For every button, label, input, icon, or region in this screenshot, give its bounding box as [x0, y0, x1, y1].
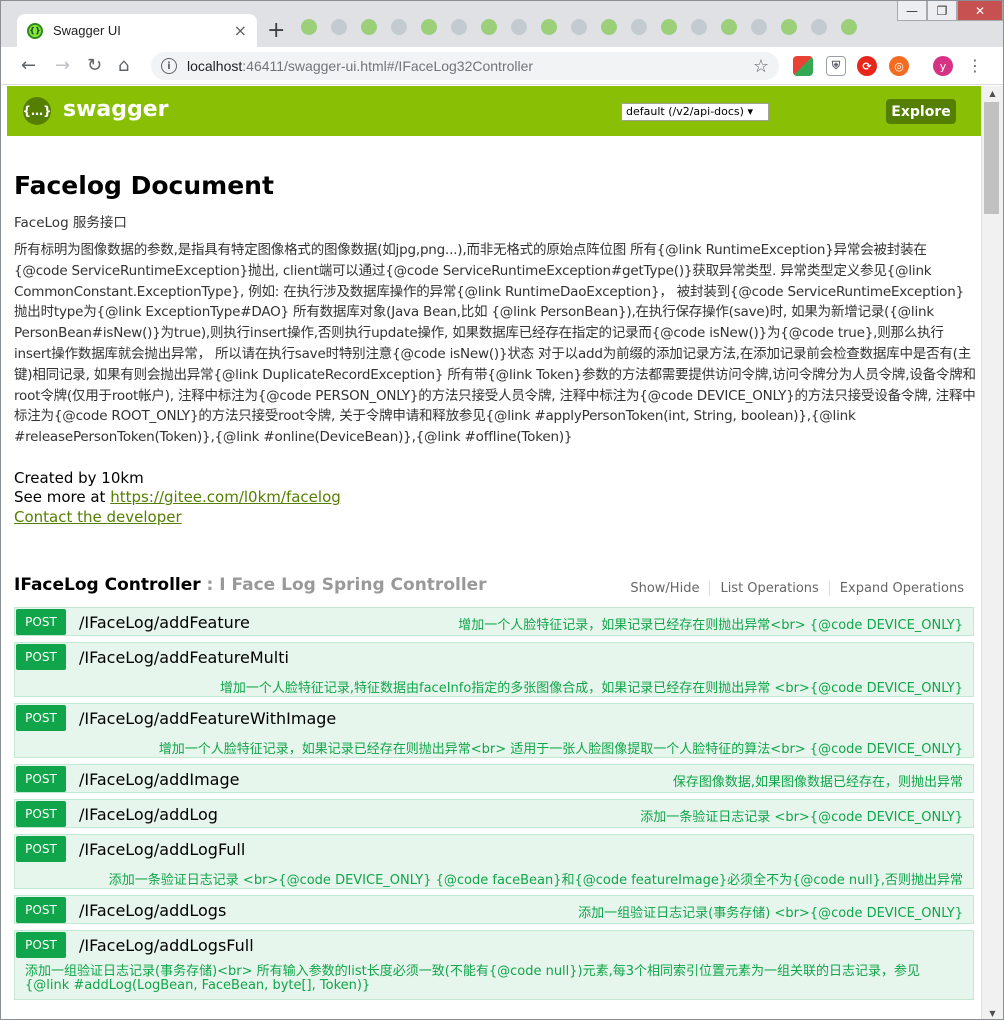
- operation-path[interactable]: /IFaceLog/addFeatureWithImage: [79, 709, 336, 728]
- api-spec-select[interactable]: default (/v2/api-docs) ▾: [621, 103, 769, 121]
- operation-summary[interactable]: 保存图像数据,如果图像数据已经存在，则抛出异常: [673, 771, 963, 790]
- http-method-badge[interactable]: POST: [16, 836, 66, 862]
- see-more-link[interactable]: https://gitee.com/l0km/facelog: [110, 488, 341, 506]
- http-method-badge[interactable]: POST: [16, 766, 66, 792]
- profile-avatar[interactable]: y: [933, 56, 953, 76]
- contact-developer-link[interactable]: Contact the developer: [14, 508, 976, 526]
- operation-row[interactable]: POST /IFaceLog/addLogsFull 添加一组验证日志记录(事务…: [14, 930, 974, 1000]
- scrollbar-thumb[interactable]: [984, 102, 999, 214]
- page-viewport: {…} swagger default (/v2/api-docs) ▾ Exp…: [1, 86, 981, 1019]
- extension-lifebuoy-icon[interactable]: ◎: [889, 56, 909, 76]
- operation-path[interactable]: /IFaceLog/addImage: [79, 770, 239, 789]
- new-tab-plus-icon[interactable]: +: [267, 18, 285, 43]
- tab-title: Swagger UI: [53, 23, 121, 38]
- swagger-favicon-icon: {}: [27, 22, 43, 39]
- browser-window: {} Swagger UI × + — ❐ ✕ ← → ↻ ⌂ i localh…: [0, 0, 1004, 1020]
- operation-path[interactable]: /IFaceLog/addLogs: [79, 901, 226, 920]
- api-info: Facelog Document FaceLog 服务接口 所有标明为图像数据的…: [14, 171, 976, 526]
- controller-header: IFaceLog Controller : I Face Log Spring …: [14, 575, 976, 601]
- show-hide-link[interactable]: Show/Hide: [620, 581, 711, 596]
- scroll-down-arrow-icon[interactable]: ▼: [982, 1006, 1003, 1019]
- window-controls: — ❐ ✕: [897, 1, 1003, 21]
- operation-row[interactable]: POST /IFaceLog/addLog 添加一条验证日志记录 <br>{@c…: [14, 799, 974, 828]
- operation-path[interactable]: /IFaceLog/addLogFull: [79, 840, 245, 859]
- close-icon[interactable]: ×: [234, 21, 247, 40]
- bookmark-star-icon[interactable]: ☆: [753, 56, 769, 77]
- minimize-icon[interactable]: —: [897, 1, 927, 21]
- tab-swagger-ui[interactable]: {} Swagger UI ×: [17, 14, 257, 47]
- api-subtitle: FaceLog 服务接口: [14, 215, 127, 231]
- http-method-badge[interactable]: POST: [16, 932, 66, 958]
- window-close-icon[interactable]: ✕: [957, 1, 1003, 21]
- api-description: 所有标明为图像数据的参数,是指具有特定图像格式的图像数据(如jpg,png...…: [14, 242, 976, 446]
- scroll-up-arrow-icon[interactable]: ▲: [982, 86, 1003, 100]
- back-arrow-icon[interactable]: ←: [21, 55, 36, 76]
- extension-color-icon[interactable]: [793, 56, 813, 76]
- controller-section: IFaceLog Controller : I Face Log Spring …: [14, 575, 976, 1000]
- extension-shield-icon[interactable]: ⛨: [826, 56, 846, 76]
- extension-sync-icon[interactable]: ⟳: [857, 56, 877, 76]
- operation-path[interactable]: /IFaceLog/addFeatureMulti: [79, 648, 289, 667]
- vertical-scrollbar[interactable]: ▲ ▼: [981, 86, 1003, 1019]
- operation-summary[interactable]: 增加一个人脸特征记录,特征数据由faceInfo指定的多张图像合成，如果记录已经…: [220, 677, 963, 696]
- url-text[interactable]: localhost:46411/swagger-ui.html#/IFaceLo…: [187, 58, 753, 74]
- list-operations-link[interactable]: List Operations: [710, 581, 830, 596]
- controller-links: Show/Hide List Operations Expand Operati…: [620, 581, 964, 596]
- operation-summary[interactable]: 添加一条验证日志记录 <br>{@code DEVICE_ONLY}: [640, 806, 963, 825]
- http-method-badge[interactable]: POST: [16, 705, 66, 731]
- swagger-logo-text[interactable]: swagger: [63, 97, 169, 122]
- address-bar[interactable]: i localhost:46411/swagger-ui.html#/IFace…: [151, 52, 779, 80]
- created-by: Created by 10km: [14, 468, 144, 487]
- tab-strip: {} Swagger UI × + — ❐ ✕: [1, 1, 1003, 47]
- explore-button[interactable]: Explore: [886, 99, 956, 124]
- swagger-logo-icon[interactable]: {…}: [22, 97, 52, 125]
- menu-dots-icon[interactable]: ⋮: [967, 56, 983, 75]
- http-method-badge[interactable]: POST: [16, 644, 66, 670]
- operation-path[interactable]: /IFaceLog/addLogsFull: [79, 936, 254, 955]
- see-more: See more at https://gitee.com/l0km/facel…: [14, 487, 341, 506]
- restore-icon[interactable]: ❐: [927, 1, 957, 21]
- info-icon[interactable]: i: [161, 58, 177, 74]
- operation-summary[interactable]: 增加一个人脸特征记录，如果记录已经存在则抛出异常<br> {@code DEVI…: [458, 614, 963, 633]
- operation-row[interactable]: POST /IFaceLog/addLogFull 添加一条验证日志记录 <br…: [14, 834, 974, 889]
- http-method-badge[interactable]: POST: [16, 897, 66, 923]
- operation-path[interactable]: /IFaceLog/addFeature: [79, 613, 250, 632]
- operation-row[interactable]: POST /IFaceLog/addImage 保存图像数据,如果图像数据已经存…: [14, 764, 974, 793]
- http-method-badge[interactable]: POST: [16, 609, 66, 635]
- swagger-header: {…} swagger default (/v2/api-docs) ▾ Exp…: [7, 86, 981, 136]
- home-icon[interactable]: ⌂: [118, 55, 129, 76]
- operation-row[interactable]: POST /IFaceLog/addFeatureWithImage 增加一个人…: [14, 703, 974, 758]
- background-tabs[interactable]: [301, 19, 857, 35]
- expand-operations-link[interactable]: Expand Operations: [830, 581, 964, 596]
- browser-toolbar: ← → ↻ ⌂ i localhost:46411/swagger-ui.htm…: [1, 47, 1003, 85]
- operation-path[interactable]: /IFaceLog/addLog: [79, 805, 218, 824]
- operation-summary[interactable]: 增加一个人脸特征记录，如果记录已经存在则抛出异常<br> 适用于一张人脸图像提取…: [159, 738, 963, 757]
- page-title: Facelog Document: [14, 171, 274, 200]
- reload-icon[interactable]: ↻: [87, 55, 102, 76]
- http-method-badge[interactable]: POST: [16, 801, 66, 827]
- forward-arrow-icon[interactable]: →: [55, 55, 70, 76]
- operation-row[interactable]: POST /IFaceLog/addLogs 添加一组验证日志记录(事务存储) …: [14, 895, 974, 924]
- operation-summary[interactable]: 添加一组验证日志记录(事务存储) <br>{@code DEVICE_ONLY}: [578, 902, 963, 921]
- operation-summary[interactable]: 添加一组验证日志记录(事务存储)<br> 所有输入参数的list长度必须一致(不…: [25, 965, 963, 993]
- operation-row[interactable]: POST /IFaceLog/addFeature 增加一个人脸特征记录，如果记…: [14, 607, 974, 636]
- api-meta: Created by 10km See more at https://gite…: [14, 469, 976, 507]
- operation-summary[interactable]: 添加一条验证日志记录 <br>{@code DEVICE_ONLY} {@cod…: [109, 869, 963, 888]
- operation-row[interactable]: POST /IFaceLog/addFeatureMulti 增加一个人脸特征记…: [14, 642, 974, 697]
